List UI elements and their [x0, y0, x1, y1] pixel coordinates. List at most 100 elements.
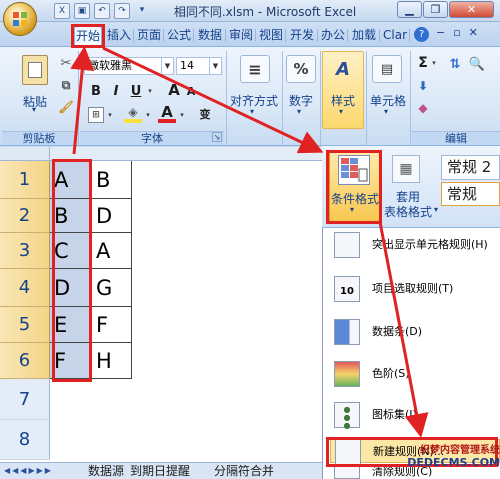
data-bars-item[interactable]: 数据条(D) — [330, 319, 500, 345]
tab-review[interactable]: 审阅 — [226, 26, 256, 45]
ribbon-window-controls[interactable]: −▫✕ — [436, 26, 494, 43]
copy-icon[interactable]: ⧉ — [58, 77, 74, 93]
color-scales-label: 色阶(S) — [372, 367, 410, 380]
redo-icon[interactable]: ↷ — [114, 3, 130, 19]
cells-dropdown-icon[interactable]: ▾ — [384, 107, 388, 116]
row-header[interactable]: 5 — [0, 307, 50, 343]
sheet-tab[interactable]: 分隔符合并 — [214, 463, 274, 479]
font-dialog-launcher-icon[interactable]: ↘ — [212, 132, 222, 142]
sheet-tab[interactable]: 到期日提醒 — [130, 463, 190, 479]
shrink-font-button[interactable]: A — [184, 84, 198, 98]
bold-button[interactable]: B — [88, 83, 104, 99]
help-icon[interactable]: ? — [414, 27, 429, 42]
font-color-icon[interactable]: A — [158, 103, 176, 123]
top-bottom-rules-label: 项目选取规则(T) — [372, 282, 454, 295]
grow-font-button[interactable]: A — [166, 81, 182, 99]
row-header[interactable]: 7 — [0, 379, 50, 420]
borders-dropdown-icon[interactable]: ▾ — [106, 109, 114, 121]
select-all-corner[interactable] — [0, 147, 50, 161]
number-dropdown-icon[interactable]: ▾ — [297, 107, 301, 116]
fill-icon[interactable]: ⬇ — [416, 79, 430, 93]
icon-sets-icon: ● ● ● — [334, 402, 360, 430]
clear-icon[interactable]: ◆ — [416, 101, 430, 115]
underline-button[interactable]: U — [128, 83, 144, 99]
row-header[interactable]: 3 — [0, 233, 50, 269]
color-scales-item[interactable]: 色阶(S) — [330, 361, 500, 387]
office-button[interactable] — [3, 2, 37, 36]
row-header[interactable]: 6 — [0, 343, 50, 379]
row-header[interactable]: 1 — [0, 161, 50, 199]
font-size-value: 14 — [180, 59, 194, 72]
row-header[interactable]: 8 — [0, 420, 50, 460]
icon-sets-label: 图标集(I) — [372, 408, 417, 421]
save-icon[interactable]: ▣ — [74, 3, 90, 19]
sheet-tab[interactable]: 数据源 — [88, 463, 124, 479]
percent-icon[interactable]: % — [286, 55, 316, 83]
style-gallery-item[interactable]: 常规 — [441, 182, 500, 206]
tab-clar[interactable]: Clar — [380, 26, 410, 45]
tab-addins[interactable]: 加载 — [348, 26, 380, 45]
borders-icon[interactable]: ⊞ — [88, 107, 104, 123]
cell-b5[interactable]: F — [92, 307, 132, 343]
quick-access-toolbar: X ▣ ↶ ↷ ▾ — [40, 3, 150, 19]
cell-b4[interactable]: G — [92, 269, 132, 307]
autosum-icon[interactable]: Σ — [416, 55, 430, 71]
cells-icon[interactable]: ▤ — [372, 55, 402, 83]
tab-page-layout[interactable]: 页面 — [134, 26, 164, 45]
group-separator — [282, 51, 283, 145]
font-color-dropdown-icon[interactable]: ▾ — [178, 109, 186, 121]
alignment-dropdown-icon[interactable]: ▾ — [250, 107, 254, 116]
table-format-dropdown-icon[interactable]: ▾ — [434, 205, 438, 214]
phonetic-icon[interactable]: 变 — [196, 105, 214, 123]
font-name-combo[interactable]: 微软雅黑 ▼ — [84, 57, 174, 75]
style-gallery-item[interactable]: 常规 2 — [441, 155, 500, 180]
tab-office[interactable]: 办公 — [318, 26, 348, 45]
group-separator — [78, 51, 79, 145]
fill-color-icon[interactable]: ◈ — [124, 105, 142, 123]
highlight-rules-label: 突出显示单元格规则(H) — [372, 238, 488, 251]
styles-icon[interactable]: A — [330, 55, 356, 83]
sheet-nav-arrows-icon[interactable]: ◀◀◀▶▶▶ — [4, 463, 53, 479]
close-button[interactable]: ✕ — [449, 1, 494, 18]
autosum-dropdown-icon[interactable]: ▾ — [430, 57, 438, 69]
font-name-dropdown-icon[interactable]: ▼ — [161, 58, 173, 74]
annotation-box-conditional-format — [326, 150, 382, 224]
italic-button[interactable]: I — [108, 83, 124, 99]
format-painter-icon[interactable]: 🖌 — [58, 99, 74, 115]
cell-b6[interactable]: H — [92, 343, 132, 379]
cell-b2[interactable]: D — [92, 199, 132, 233]
cell-b3[interactable]: A — [92, 233, 132, 269]
restore-button[interactable]: ❐ — [423, 1, 448, 18]
font-size-dropdown-icon[interactable]: ▼ — [209, 58, 221, 74]
cut-icon[interactable]: ✂ — [58, 55, 74, 71]
undo-icon[interactable]: ↶ — [94, 3, 110, 19]
find-select-icon[interactable]: 🔍 — [468, 55, 486, 73]
row-header[interactable]: 2 — [0, 199, 50, 233]
tab-formulas[interactable]: 公式 — [164, 26, 194, 45]
underline-dropdown-icon[interactable]: ▾ — [146, 85, 154, 97]
styles-dropdown-icon[interactable]: ▾ — [339, 107, 343, 116]
tab-insert[interactable]: 插入 — [104, 26, 134, 45]
table-format-button-line2[interactable]: 表格格式 — [380, 203, 436, 220]
minimize-button[interactable]: ▁ — [397, 1, 422, 18]
paste-icon[interactable] — [22, 55, 48, 85]
sort-filter-icon[interactable]: ⇅ — [446, 55, 464, 73]
office-logo-icon — [13, 12, 27, 26]
paste-dropdown-icon[interactable]: ▾ — [32, 105, 36, 114]
highlight-cells-rules-item[interactable]: 突出显示单元格规则(H) — [330, 232, 500, 258]
font-group-label: 字体 — [80, 131, 224, 145]
fill-color-dropdown-icon[interactable]: ▾ — [144, 109, 152, 121]
qat-dropdown-icon[interactable]: ▾ — [134, 3, 150, 19]
excel-icon[interactable]: X — [54, 3, 70, 19]
alignment-icon[interactable]: ≡ — [240, 55, 270, 83]
tab-data[interactable]: 数据 — [194, 26, 226, 45]
tab-view[interactable]: 视图 — [256, 26, 286, 45]
icon-sets-item[interactable]: ● ● ● 图标集(I) — [330, 402, 500, 430]
table-format-icon[interactable]: ▦ — [392, 155, 420, 183]
tab-developer[interactable]: 开发 — [286, 26, 318, 45]
font-size-combo[interactable]: 14 ▼ — [176, 57, 222, 75]
top-bottom-rules-item[interactable]: 10 项目选取规则(T) — [330, 276, 500, 302]
top-bottom-rules-icon: 10 — [334, 276, 360, 302]
cell-b1[interactable]: B — [92, 161, 132, 199]
row-header[interactable]: 4 — [0, 269, 50, 307]
